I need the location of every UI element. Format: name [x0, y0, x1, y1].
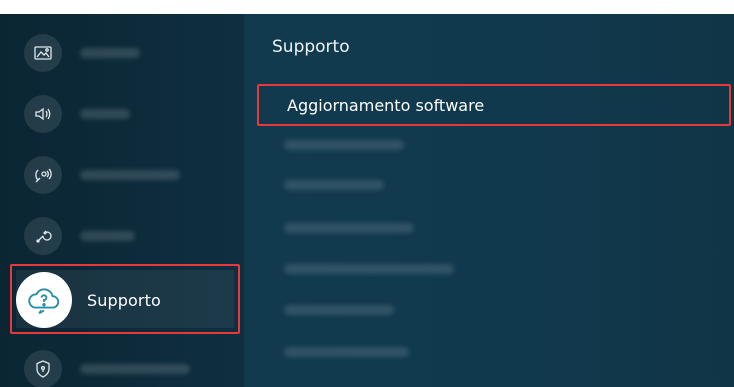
settings-category-panel: Supporto	[0, 14, 244, 387]
tv-settings-screen: Supporto Supporto Aggiornamento software	[0, 14, 734, 387]
sound-icon	[24, 95, 62, 133]
menu-item-blurred[interactable]	[284, 347, 409, 357]
category-sound[interactable]	[0, 83, 244, 145]
broadcast-icon	[24, 156, 62, 194]
support-submenu-panel: Supporto Aggiornamento software	[244, 14, 734, 387]
menu-item-blurred[interactable]	[284, 223, 414, 233]
support-cloud-icon	[16, 272, 72, 328]
category-label-blurred	[80, 109, 130, 119]
menu-item-software-update-selected[interactable]: Aggiornamento software	[257, 84, 731, 126]
category-general[interactable]	[0, 205, 244, 267]
menu-item-blurred[interactable]	[284, 264, 454, 274]
category-label-blurred	[80, 48, 140, 58]
menu-item-blurred[interactable]	[284, 305, 394, 315]
category-picture[interactable]	[0, 22, 244, 84]
page-title: Supporto	[272, 37, 350, 57]
shield-icon	[24, 350, 62, 387]
category-support-selected[interactable]: Supporto	[10, 264, 240, 334]
menu-item-blurred[interactable]	[284, 140, 404, 150]
category-support-label: Supporto	[87, 291, 161, 310]
category-broadcast[interactable]	[0, 144, 244, 206]
menu-item-label: Aggiornamento software	[287, 96, 485, 115]
category-privacy[interactable]	[0, 338, 244, 387]
category-label-blurred	[80, 170, 180, 180]
wrench-icon	[24, 217, 62, 255]
category-label-blurred	[80, 364, 190, 374]
menu-item-blurred[interactable]	[284, 180, 384, 190]
picture-icon	[24, 34, 62, 72]
category-label-blurred	[80, 231, 135, 241]
